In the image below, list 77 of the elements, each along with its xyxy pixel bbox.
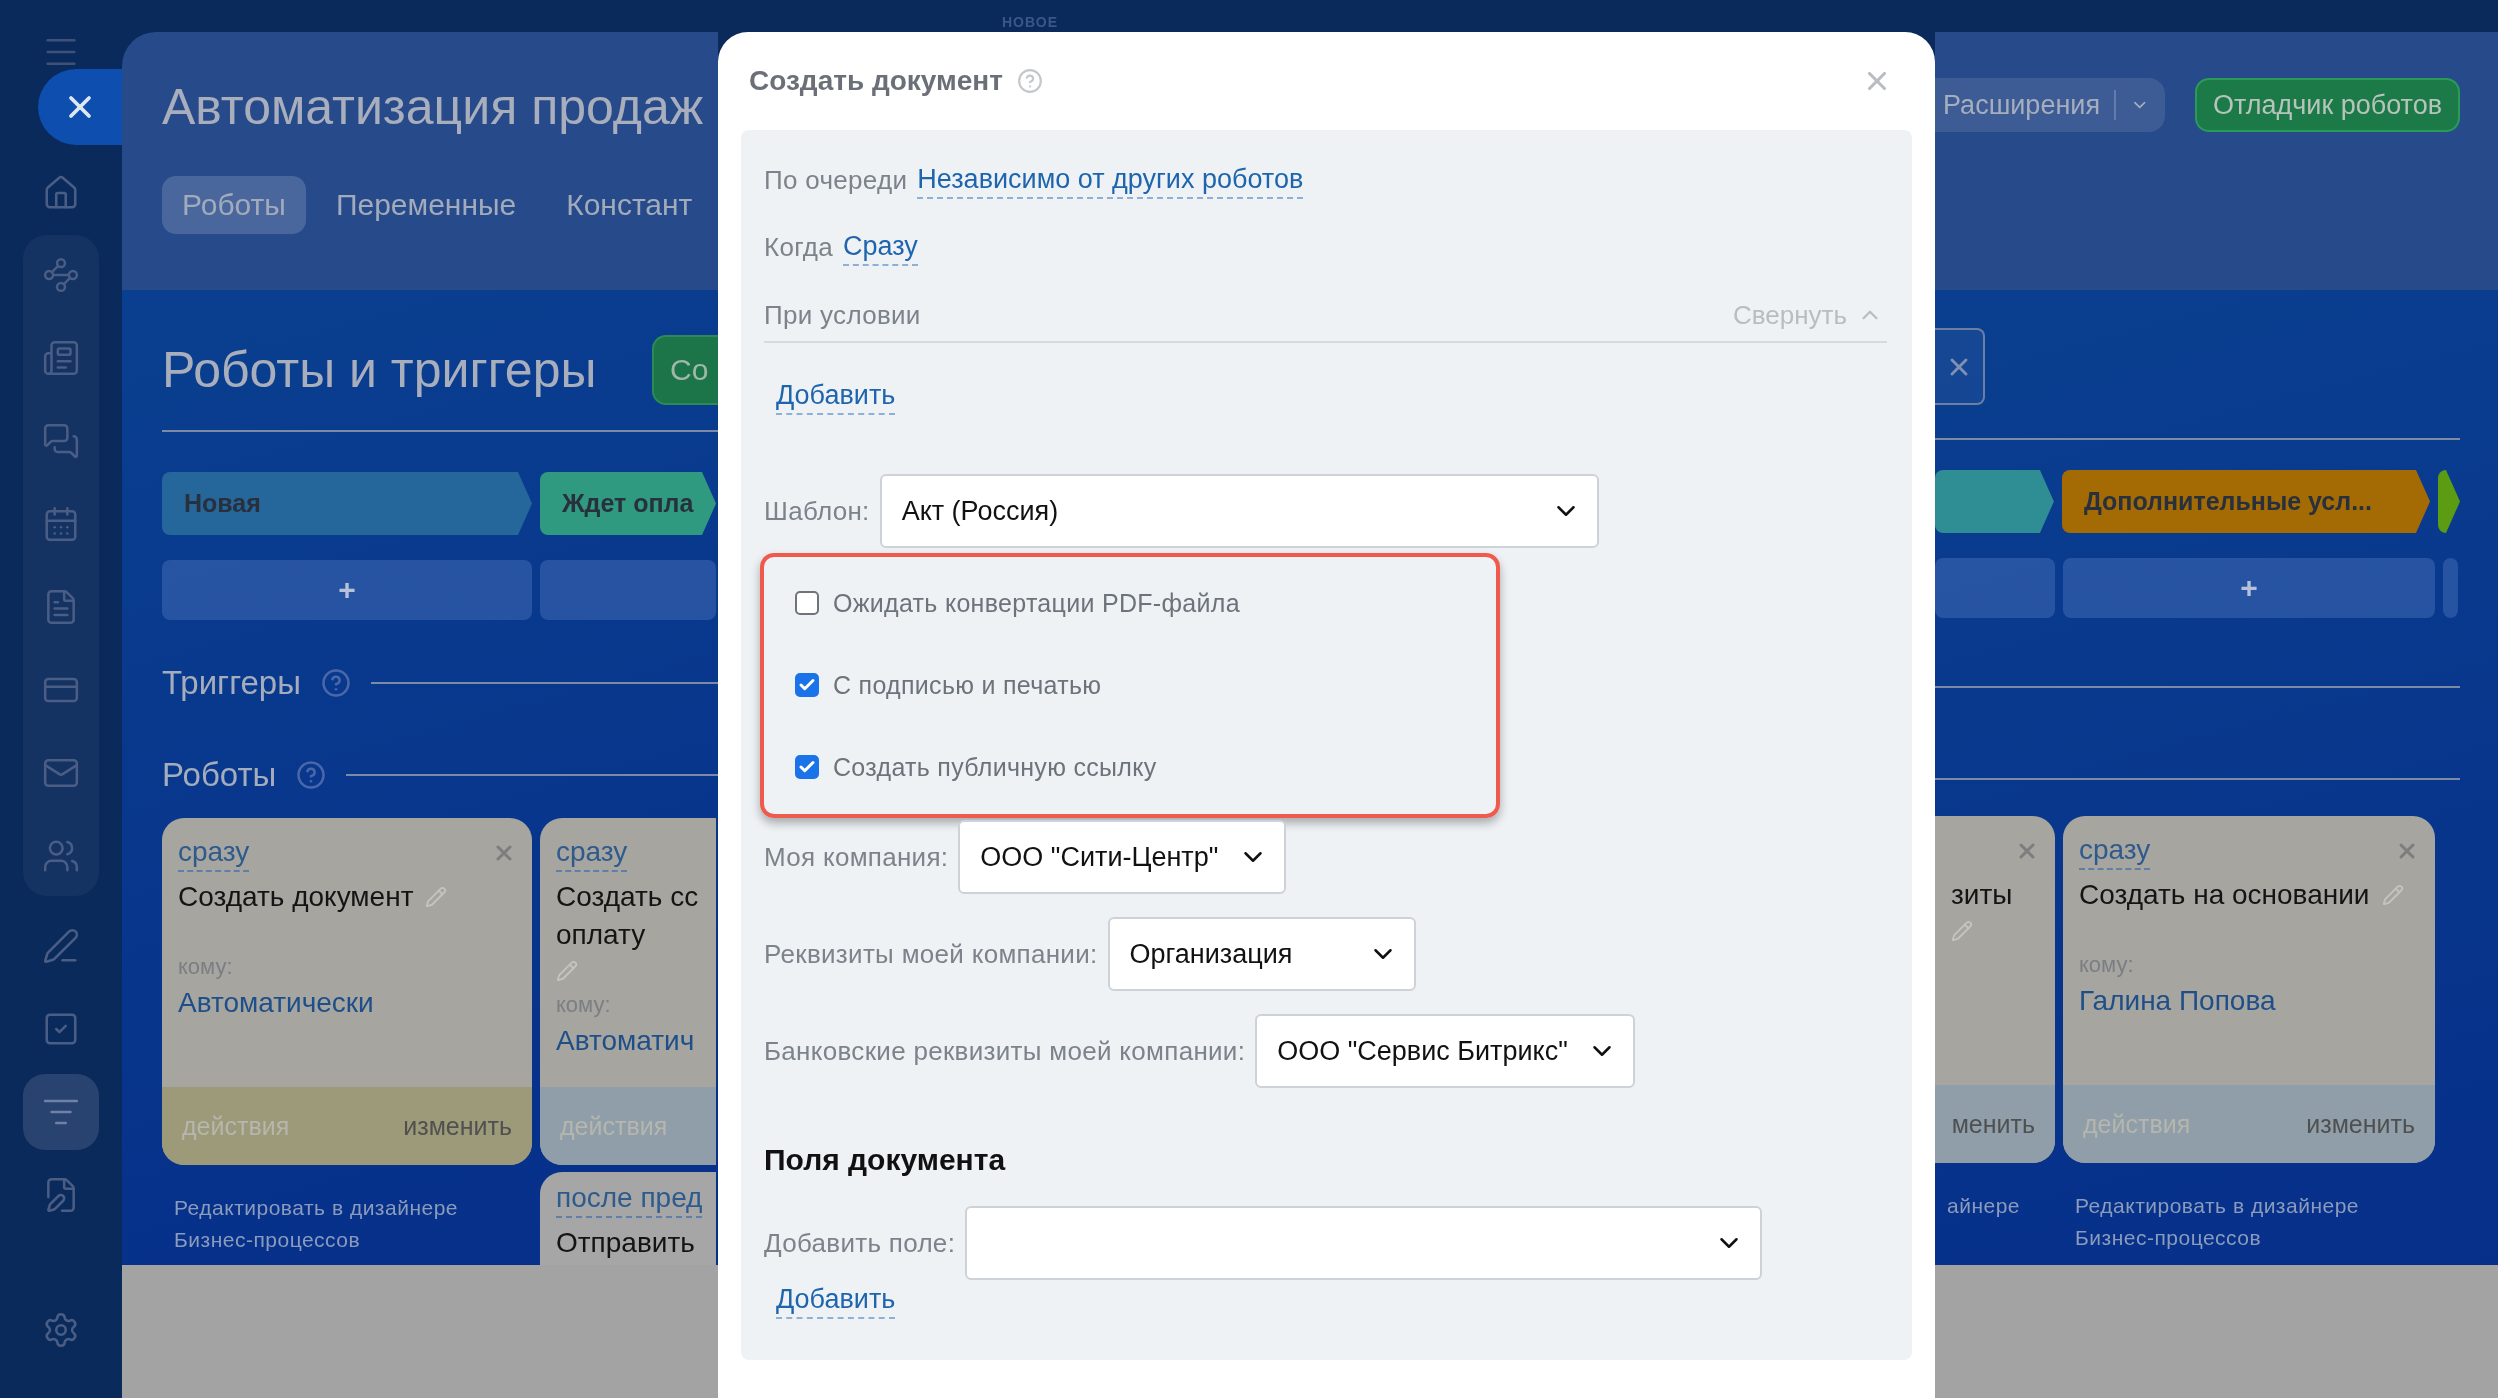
edit-link[interactable]: изменить (2306, 1109, 2415, 1139)
checkbox[interactable] (795, 673, 819, 697)
field-label: Добавить поле: (764, 1227, 956, 1259)
field-dropdown[interactable] (965, 1206, 1763, 1280)
tab[interactable]: Переменные (315, 176, 537, 234)
dropdown[interactable]: Организация (1107, 917, 1416, 991)
pen-icon (42, 927, 80, 965)
triggers-heading: Триггеры (162, 664, 301, 702)
help-icon[interactable] (1016, 68, 1043, 94)
dropdown[interactable]: ООО "Сервис Битрикс" (1255, 1014, 1636, 1088)
clear-button[interactable] (1935, 328, 1985, 405)
stage-slot (2443, 558, 2458, 618)
pencil-icon[interactable] (556, 960, 578, 982)
checkbox-label: Ожидать конвертации PDF-файла (833, 588, 1240, 618)
section-heading: Поля документа (764, 1143, 1006, 1177)
designer-link[interactable]: Редактировать в дизайнере Бизнес-процессов (162, 1192, 532, 1256)
robot-title: зиты (1951, 878, 2013, 912)
tab[interactable]: Роботы (162, 176, 306, 234)
robot-title: Создать на основании (2079, 878, 2370, 912)
checkbox-label: Создать публичную ссылку (833, 752, 1157, 782)
home-icon (42, 174, 80, 212)
template-dropdown[interactable]: Акт (Россия) (879, 474, 1599, 548)
recipient-link[interactable]: Автоматич (556, 1022, 700, 1060)
field-label: Реквизиты моей компании: (764, 938, 1098, 970)
stage-header: Дополнительные усл... (2061, 470, 2430, 533)
help-icon[interactable] (296, 760, 327, 790)
delay-link[interactable]: сразу (556, 834, 628, 872)
when-link[interactable]: Сразу (843, 228, 918, 266)
delay-link[interactable]: после пред (556, 1180, 703, 1218)
edit-link[interactable]: менить (1951, 1109, 2035, 1139)
delay-link[interactable]: сразу (2079, 832, 2151, 870)
field-label: Моя компания: (764, 841, 949, 873)
create-button[interactable]: Со (652, 335, 718, 405)
calendar-icon (42, 505, 80, 543)
chat-icon (42, 422, 80, 460)
add-robot-button[interactable]: + (162, 560, 532, 620)
settings-icon (42, 1311, 80, 1349)
recipient-link[interactable]: Автоматически (178, 984, 516, 1022)
designer-link[interactable]: айнере (1935, 1190, 2055, 1222)
edit-link[interactable]: изменить (403, 1111, 512, 1141)
close-button[interactable] (38, 69, 122, 145)
help-icon[interactable] (320, 668, 351, 698)
checkbox[interactable] (795, 591, 819, 615)
recipient-link[interactable]: Галина Попова (2079, 982, 2419, 1020)
dropdown[interactable]: ООО "Сити-Центр" (958, 820, 1287, 894)
robot-title: Создать сс оплату (556, 880, 700, 952)
dialog-title: Создать документ (749, 65, 1003, 97)
stage-header: Ждет опла (540, 472, 716, 535)
newspaper-icon (42, 339, 80, 377)
extensions-button[interactable]: Расширения (1935, 78, 2165, 132)
robot-title: Отправить (556, 1226, 695, 1260)
checkbox-icon (42, 1010, 80, 1048)
debugger-button[interactable]: Отладчик роботов (2195, 78, 2460, 132)
order-link[interactable]: Независимо от других роботов (917, 161, 1304, 199)
delay-link[interactable]: сразу (178, 834, 250, 872)
field-label: Когда (764, 231, 834, 263)
add-robot-button[interactable]: + (2063, 558, 2435, 618)
page-title: Автоматизация продаж (162, 78, 705, 137)
filter-button[interactable] (23, 1074, 99, 1150)
field-label: По очереди (764, 164, 908, 196)
field-label: Шаблон: (764, 495, 870, 527)
tab[interactable]: Констант (546, 176, 713, 234)
checkbox[interactable] (795, 755, 819, 779)
checkbox-label: С подписью и печатью (833, 670, 1102, 700)
add-condition-link[interactable]: Добавить (776, 377, 896, 415)
pencil-icon[interactable] (1951, 920, 1973, 942)
pencil-icon[interactable] (425, 886, 448, 908)
section-title: Роботы и триггеры (162, 341, 597, 399)
field-label: Банковские реквизиты моей компании: (764, 1035, 1246, 1067)
robot-title: Создать документ (178, 880, 414, 914)
add-field-link[interactable]: Добавить (776, 1281, 896, 1319)
designer-link[interactable]: Редактировать в дизайнере Бизнес-процессов (2063, 1190, 2435, 1254)
field-label: При условии (764, 299, 921, 331)
pencil-icon[interactable] (2381, 884, 2404, 906)
circles-icon (42, 256, 80, 294)
robots-heading: Роботы (162, 756, 277, 794)
stage-header: Новая (162, 472, 532, 535)
